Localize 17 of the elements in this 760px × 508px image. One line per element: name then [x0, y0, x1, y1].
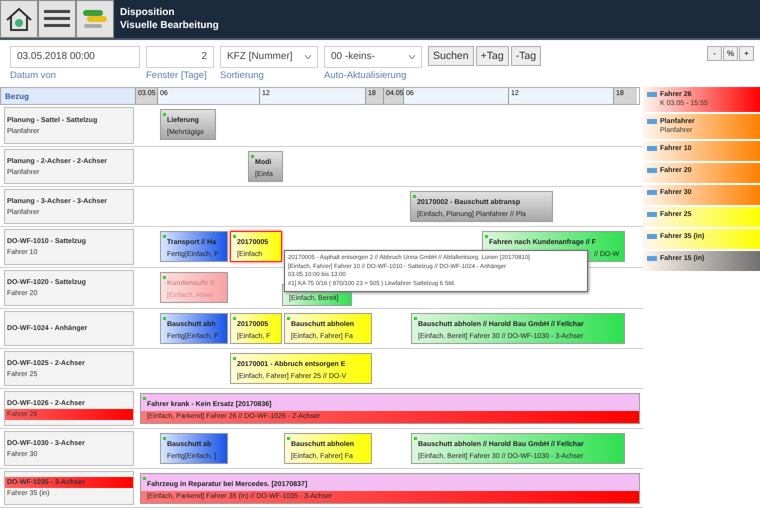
zoom-button[interactable]: + [739, 46, 754, 61]
field-label: Fenster [Tage] [146, 70, 208, 81]
field-label: Datum von [10, 70, 57, 81]
field-label: Auto-Aktualisierung [324, 70, 408, 81]
input-field[interactable]: 2 [146, 46, 214, 68]
select-field[interactable]: KFZ [Nummer] [220, 46, 318, 68]
toolbar-button[interactable]: Suchen [428, 46, 474, 66]
toolbar-button[interactable]: -Tag [510, 46, 542, 66]
window-subtitle: Visuelle Bearbeitung [120, 18, 219, 32]
select-field[interactable]: 00 -keins- [324, 46, 422, 68]
zoom-button[interactable]: - [707, 46, 722, 61]
field-label: Sortierung [220, 70, 265, 81]
zoom-button[interactable]: % [723, 46, 738, 61]
column-header: Bezug [1, 88, 135, 104]
input-field[interactable]: 03.05.2018 00:00 [10, 46, 140, 68]
window-title: Disposition [120, 6, 176, 19]
toolbar-button[interactable]: +Tag [476, 46, 509, 66]
